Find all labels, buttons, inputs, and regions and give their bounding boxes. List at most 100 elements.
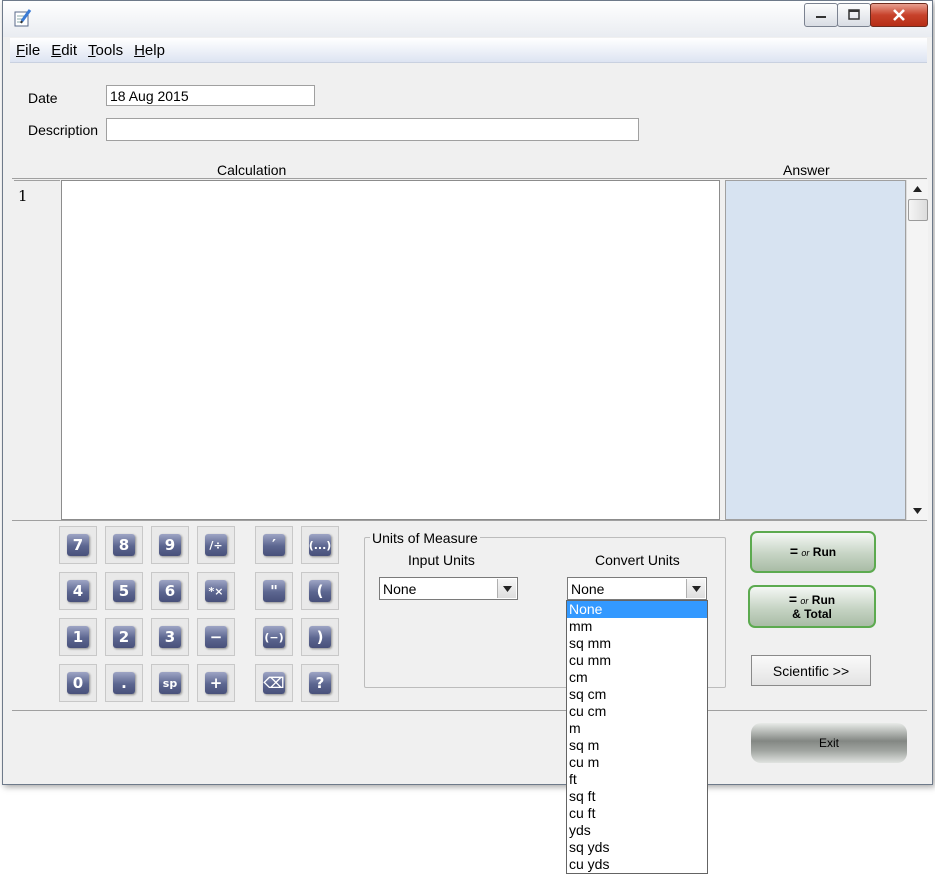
key-parens-wrap-label: (...) <box>309 534 331 556</box>
key-3-label: 3 <box>159 626 181 648</box>
key-9[interactable]: 9 <box>151 526 189 564</box>
key-help[interactable]: ? <box>301 664 339 702</box>
option-sq-cm[interactable]: sq cm <box>567 686 707 703</box>
key-feet-label: ′ <box>263 534 285 556</box>
option-sq-mm[interactable]: sq mm <box>567 635 707 652</box>
menu-help[interactable]: Help <box>128 38 170 62</box>
key-backspace[interactable]: ⌫ <box>255 664 293 702</box>
close-button[interactable] <box>870 3 928 27</box>
date-label: Date <box>28 90 58 106</box>
scroll-thumb[interactable] <box>908 199 928 221</box>
date-field[interactable]: 18 Aug 2015 <box>106 85 315 106</box>
run-text: Run <box>811 592 836 607</box>
or-text: or <box>801 547 810 558</box>
input-units-label: Input Units <box>408 552 475 568</box>
key-5[interactable]: 5 <box>105 572 143 610</box>
menu-file-label: ile <box>25 42 41 59</box>
exit-button[interactable]: Exit <box>751 723 907 763</box>
run-button-label: = or Run <box>789 542 836 560</box>
scroll-down-arrow-icon <box>913 508 922 514</box>
key-2[interactable]: 2 <box>105 618 143 656</box>
key-3[interactable]: 3 <box>151 618 189 656</box>
key-1-label: 1 <box>67 626 89 648</box>
chevron-down-icon[interactable] <box>686 579 705 598</box>
convert-units-select[interactable]: None <box>567 577 707 600</box>
key-space-label: sp <box>159 672 181 694</box>
convert-units-dropdown-list[interactable]: None mm sq mm cu mm cm sq cm cu cm m sq … <box>566 600 708 874</box>
key-multiply-label: *× <box>205 580 227 602</box>
vertical-scrollbar[interactable] <box>906 180 928 520</box>
option-cu-ft[interactable]: cu ft <box>567 805 707 822</box>
option-cu-mm[interactable]: cu mm <box>567 652 707 669</box>
option-none[interactable]: None <box>567 601 707 618</box>
menu-help-label: elp <box>144 42 165 59</box>
equals-symbol: = <box>789 542 799 559</box>
notepad-pencil-icon[interactable] <box>13 8 33 28</box>
option-sq-ft[interactable]: sq ft <box>567 788 707 805</box>
menu-tools-accel: T <box>88 42 96 59</box>
option-m[interactable]: m <box>567 720 707 737</box>
description-field[interactable] <box>106 118 639 141</box>
backspace-icon: ⌫ <box>263 672 285 694</box>
key-minus-label: − <box>205 626 227 648</box>
minimize-button[interactable] <box>804 3 838 27</box>
key-parens-wrap[interactable]: (...) <box>301 526 339 564</box>
option-sq-yds[interactable]: sq yds <box>567 839 707 856</box>
scroll-down-button[interactable] <box>907 502 928 520</box>
key-4[interactable]: 4 <box>59 572 97 610</box>
minimize-icon <box>816 16 826 18</box>
option-cu-cm[interactable]: cu cm <box>567 703 707 720</box>
line-number-gutter: 1 <box>14 180 60 521</box>
maximize-button[interactable] <box>837 3 871 27</box>
answer-header: Answer <box>783 162 830 178</box>
chevron-down-icon[interactable] <box>497 579 516 598</box>
key-decimal[interactable]: . <box>105 664 143 702</box>
units-group-title: Units of Measure <box>370 530 480 546</box>
key-8-label: 8 <box>113 534 135 556</box>
key-minus[interactable]: − <box>197 618 235 656</box>
menu-tools-label: ools <box>95 42 124 59</box>
option-mm[interactable]: mm <box>567 618 707 635</box>
scientific-button[interactable]: Scientific >> <box>751 655 871 686</box>
input-units-select[interactable]: None <box>379 577 518 600</box>
key-plus[interactable]: + <box>197 664 235 702</box>
menu-edit[interactable]: Edit <box>45 38 82 62</box>
key-open-paren[interactable]: ( <box>301 572 339 610</box>
total-text: & Total <box>792 606 832 621</box>
key-close-paren-label: ) <box>309 626 331 648</box>
key-5-label: 5 <box>113 580 135 602</box>
key-4-label: 4 <box>67 580 89 602</box>
scroll-up-arrow-icon <box>913 186 922 192</box>
key-1[interactable]: 1 <box>59 618 97 656</box>
option-cu-yds[interactable]: cu yds <box>567 856 707 873</box>
description-label: Description <box>28 122 99 138</box>
key-6[interactable]: 6 <box>151 572 189 610</box>
key-feet[interactable]: ′ <box>255 526 293 564</box>
scroll-up-button[interactable] <box>907 180 928 198</box>
equals-symbol: = <box>788 590 798 607</box>
option-cm[interactable]: cm <box>567 669 707 686</box>
option-cu-m[interactable]: cu m <box>567 754 707 771</box>
run-total-button[interactable]: = or Run & Total <box>748 585 876 628</box>
key-negate[interactable]: (−) <box>255 618 293 656</box>
option-sq-m[interactable]: sq m <box>567 737 707 754</box>
calculation-editor[interactable] <box>61 180 720 520</box>
key-8[interactable]: 8 <box>105 526 143 564</box>
convert-units-value: None <box>571 581 605 597</box>
key-inches[interactable]: " <box>255 572 293 610</box>
key-multiply[interactable]: *× <box>197 572 235 610</box>
close-icon <box>893 9 905 21</box>
key-divide[interactable]: /÷ <box>197 526 235 564</box>
option-ft[interactable]: ft <box>567 771 707 788</box>
menu-tools[interactable]: Tools <box>82 38 128 62</box>
menu-edit-accel: E <box>51 42 62 59</box>
key-close-paren[interactable]: ) <box>301 618 339 656</box>
run-button[interactable]: = or Run <box>750 531 876 573</box>
option-yds[interactable]: yds <box>567 822 707 839</box>
menu-file[interactable]: File <box>10 38 45 62</box>
menu-bar: File Edit Tools Help <box>10 38 927 63</box>
key-open-paren-label: ( <box>309 580 331 602</box>
key-space[interactable]: sp <box>151 664 189 702</box>
key-0[interactable]: 0 <box>59 664 97 702</box>
key-7[interactable]: 7 <box>59 526 97 564</box>
